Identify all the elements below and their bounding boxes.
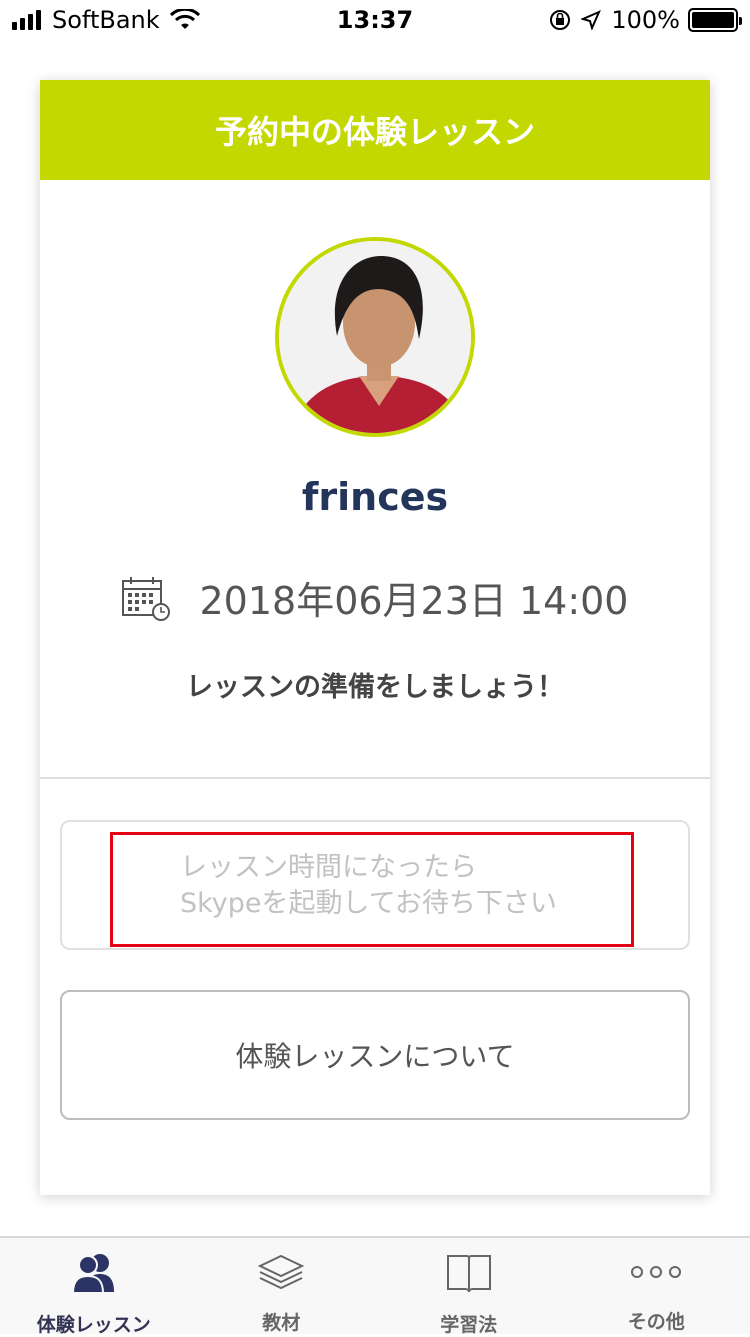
teacher-photo: [279, 241, 475, 437]
tab-label: 体験レッスン: [37, 1310, 151, 1337]
teacher-avatar: [275, 237, 475, 437]
skype-notice-button: レッスン時間になったら Skypeを起動してお待ち下さい: [60, 820, 690, 950]
card-title: 予約中の体験レッスン: [215, 107, 535, 153]
battery-icon: [688, 8, 738, 32]
notice-line-2: Skypeを起動してお待ち下さい: [180, 886, 557, 922]
tab-label: 教材: [262, 1308, 300, 1335]
users-icon: [70, 1252, 118, 1294]
book-icon: [445, 1252, 493, 1294]
tab-bar: 体験レッスン 教材 学習法 その他: [0, 1236, 750, 1334]
layers-icon: [256, 1252, 306, 1292]
tab-study-method[interactable]: 学習法: [375, 1238, 563, 1334]
tab-materials[interactable]: 教材: [188, 1238, 376, 1334]
reservation-card: 予約中の体験レッスン frinces: [40, 80, 710, 1195]
teacher-name: frinces: [40, 475, 710, 519]
location-arrow-icon: [581, 10, 601, 30]
battery-percent: 100%: [611, 6, 680, 34]
card-header: 予約中の体験レッスン: [40, 80, 710, 180]
prepare-message: レッスンの準備をしましょう！: [40, 665, 710, 704]
status-bar: SoftBank 13:37 100%: [0, 0, 750, 40]
tab-label: 学習法: [440, 1310, 497, 1337]
divider: [40, 777, 710, 779]
skype-notice-text: レッスン時間になったら Skypeを起動してお待ち下さい: [180, 850, 557, 922]
tab-label: その他: [628, 1307, 685, 1334]
rotation-lock-icon: [549, 9, 571, 31]
tab-other[interactable]: その他: [563, 1238, 750, 1334]
notice-line-1: レッスン時間になったら: [180, 850, 557, 886]
calendar-clock-icon: [121, 575, 171, 621]
lesson-date-text: 2018年06月23日 14:00: [199, 570, 628, 625]
about-trial-lesson-button[interactable]: 体験レッスンについて: [60, 990, 690, 1120]
lesson-datetime: 2018年06月23日 14:00: [40, 570, 710, 625]
more-dots-icon: [629, 1262, 683, 1282]
tab-trial-lesson[interactable]: 体験レッスン: [0, 1238, 188, 1334]
